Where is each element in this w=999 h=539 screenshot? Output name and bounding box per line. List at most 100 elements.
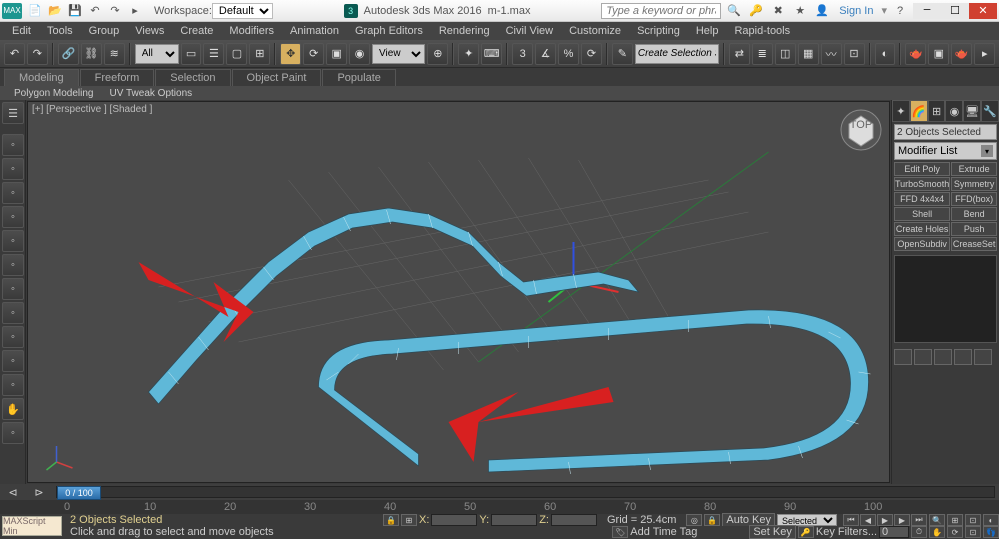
mod-push[interactable]: Push — [951, 222, 997, 236]
mod-editpoly[interactable]: Edit Poly — [894, 162, 950, 176]
mod-ffdbox[interactable]: FFD(box) — [951, 192, 997, 206]
lt-btn-5[interactable]: ◦ — [2, 230, 24, 252]
display-tab-icon[interactable]: 🖥 — [963, 100, 981, 122]
edit-named-sel-button[interactable]: ✎ — [612, 43, 633, 65]
select-by-name-button[interactable]: ☰ — [203, 43, 224, 65]
minimize-button[interactable]: ─ — [913, 3, 941, 19]
track-bar[interactable]: 0 10 20 30 40 50 60 70 80 90 100 — [0, 500, 999, 514]
lock-selection-icon[interactable]: 🔒 — [383, 514, 399, 526]
redo-button[interactable]: ↷ — [27, 43, 48, 65]
window-crossing-button[interactable]: ⊞ — [249, 43, 270, 65]
nav-maximize-icon[interactable]: ⊡ — [965, 526, 981, 538]
key-filters[interactable]: Key Filters... — [816, 526, 877, 538]
x-field[interactable] — [431, 514, 477, 526]
time-config-icon-2[interactable]: ⊳ — [26, 486, 52, 499]
align-button[interactable]: ≣ — [752, 43, 773, 65]
modify-tab-icon[interactable]: 🌈 — [910, 100, 928, 122]
tab-populate[interactable]: Populate — [322, 69, 395, 86]
material-editor-button[interactable]: ◐ — [875, 43, 896, 65]
time-slider[interactable]: 0 / 100 — [56, 486, 995, 498]
lt-btn-11[interactable]: ◦ — [2, 374, 24, 396]
time-tag-icon[interactable]: 🏷 — [612, 526, 628, 538]
utilities-tab-icon[interactable]: 🔧 — [981, 100, 999, 122]
mod-extrude[interactable]: Extrude — [951, 162, 997, 176]
y-field[interactable] — [491, 514, 537, 526]
lt-btn-4[interactable]: ◦ — [2, 206, 24, 228]
menu-rendering[interactable]: Rendering — [431, 22, 498, 40]
menu-grapheditors[interactable]: Graph Editors — [347, 22, 431, 40]
app-icon[interactable]: MAX — [2, 3, 22, 19]
nav-orbit-icon[interactable]: ⟳ — [947, 526, 963, 538]
redo-icon[interactable]: ↷ — [106, 3, 124, 19]
layer-explorer-button[interactable]: ◫ — [775, 43, 796, 65]
make-unique-icon[interactable] — [934, 349, 952, 365]
pivot-center-button[interactable]: ⊕ — [427, 43, 448, 65]
menu-animation[interactable]: Animation — [282, 22, 347, 40]
undo-icon[interactable]: ↶ — [86, 3, 104, 19]
menu-views[interactable]: Views — [127, 22, 172, 40]
mod-bend[interactable]: Bend — [951, 207, 997, 221]
object-name-field[interactable]: 2 Objects Selected — [894, 124, 997, 140]
tab-objectpaint[interactable]: Object Paint — [232, 69, 322, 86]
time-slider-thumb[interactable]: 0 / 100 — [57, 486, 101, 500]
pan-icon[interactable]: ✋ — [2, 398, 24, 420]
toggle-ribbon-button[interactable]: ▦ — [798, 43, 819, 65]
select-rotate-button[interactable]: ⟳ — [303, 43, 324, 65]
project-icon[interactable]: ▸ — [126, 3, 144, 19]
menu-rapidtools[interactable]: Rapid-tools — [726, 22, 798, 40]
schematic-view-button[interactable]: ⊡ — [844, 43, 865, 65]
menu-help[interactable]: Help — [688, 22, 727, 40]
keyboard-shortcut-button[interactable]: ⌨ — [481, 43, 502, 65]
search-input[interactable] — [601, 3, 721, 19]
open-icon[interactable]: 📂 — [46, 3, 64, 19]
save-icon[interactable]: 💾 — [66, 3, 84, 19]
render-production-button[interactable]: 🫖 — [951, 43, 972, 65]
configure-sets-icon[interactable] — [974, 349, 992, 365]
current-frame-field[interactable] — [879, 526, 909, 538]
modifier-list-dropdown[interactable]: Modifier List ▾ — [894, 142, 997, 160]
exchange-icon[interactable]: ✖ — [769, 3, 787, 19]
time-config-button[interactable]: ⏱ — [911, 526, 927, 538]
show-end-result-icon[interactable] — [914, 349, 932, 365]
menu-customize[interactable]: Customize — [561, 22, 629, 40]
select-object-button[interactable]: ▭ — [181, 43, 202, 65]
render-iterative-button[interactable]: ▸ — [974, 43, 995, 65]
motion-tab-icon[interactable]: ◉ — [945, 100, 963, 122]
user-icon[interactable]: 👤 — [813, 3, 831, 19]
scene-explorer-icon[interactable]: ☰ — [2, 102, 24, 124]
absolute-mode-icon[interactable]: ⊞ — [401, 514, 417, 526]
mod-ffd4[interactable]: FFD 4x4x4 — [894, 192, 950, 206]
lt-btn-9[interactable]: ◦ — [2, 326, 24, 348]
mod-symmetry[interactable]: Symmetry — [951, 177, 997, 191]
angle-snap-button[interactable]: ∡ — [535, 43, 556, 65]
menu-modifiers[interactable]: Modifiers — [221, 22, 282, 40]
ref-coord-system[interactable]: View — [372, 44, 425, 64]
maximize-button[interactable]: ☐ — [941, 3, 969, 19]
mod-turbosmooth[interactable]: TurboSmooth — [894, 177, 950, 191]
signin-link[interactable]: Sign In — [839, 5, 873, 17]
lt-btn-6[interactable]: ◦ — [2, 254, 24, 276]
subscription-icon[interactable]: 🔑 — [747, 3, 765, 19]
percent-snap-button[interactable]: % — [558, 43, 579, 65]
menu-create[interactable]: Create — [172, 22, 221, 40]
selection-filter[interactable]: All — [135, 44, 179, 64]
workspace-select[interactable]: Default — [212, 3, 273, 19]
lt-btn-2[interactable]: ◦ — [2, 158, 24, 180]
menu-scripting[interactable]: Scripting — [629, 22, 688, 40]
z-field[interactable] — [551, 514, 597, 526]
named-selection-set[interactable] — [635, 44, 719, 64]
menu-civilview[interactable]: Civil View — [498, 22, 561, 40]
remove-modifier-icon[interactable] — [954, 349, 972, 365]
mod-createholes[interactable]: Create Holes — [894, 222, 950, 236]
rendered-frame-button[interactable]: ▣ — [928, 43, 949, 65]
render-setup-button[interactable]: 🫖 — [905, 43, 926, 65]
mod-shell[interactable]: Shell — [894, 207, 950, 221]
pin-stack-icon[interactable] — [894, 349, 912, 365]
tab-selection[interactable]: Selection — [155, 69, 230, 86]
undo-button[interactable]: ↶ — [4, 43, 25, 65]
link-button[interactable]: 🔗 — [58, 43, 79, 65]
key-mode-icon[interactable]: 🔑 — [798, 526, 814, 538]
mod-creaseset[interactable]: CreaseSet — [951, 237, 997, 251]
help-icon[interactable]: ? — [891, 3, 909, 19]
select-region-button[interactable]: ▢ — [226, 43, 247, 65]
